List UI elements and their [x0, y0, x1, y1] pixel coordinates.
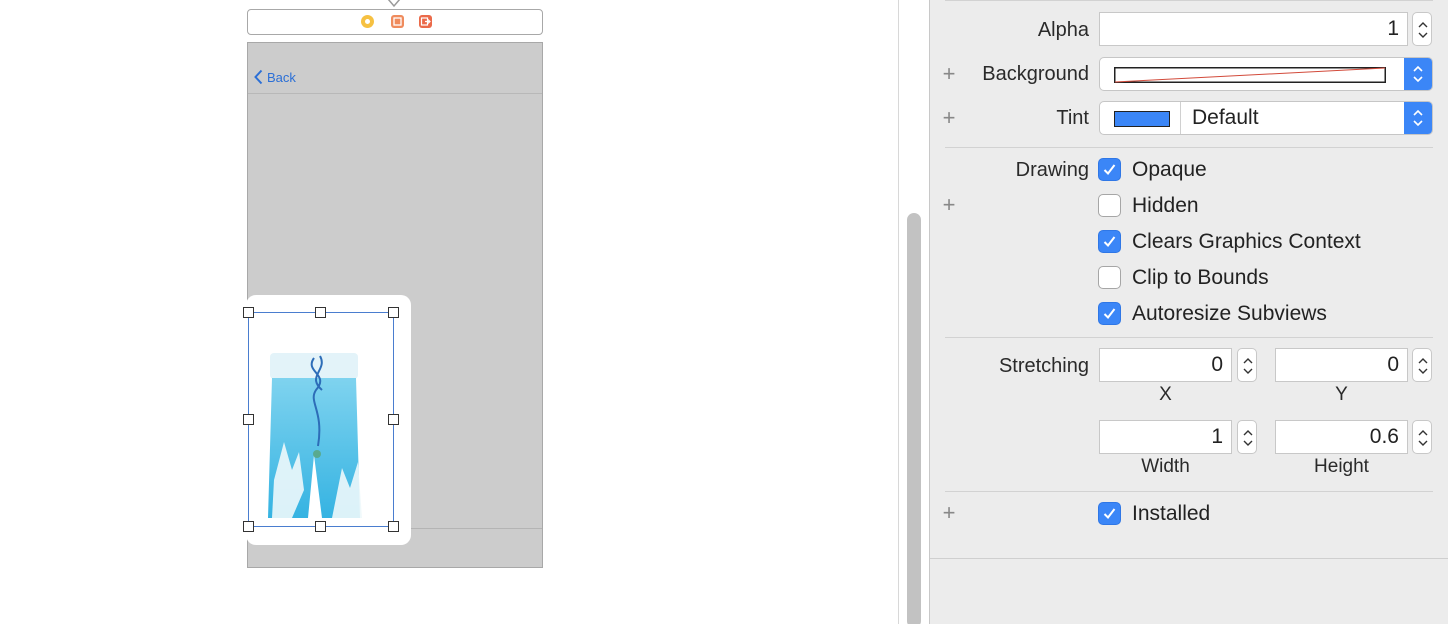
stretching-x-field[interactable]: 0 [1099, 348, 1232, 382]
stretching-height-label: Height [1314, 456, 1369, 477]
background-color-popup[interactable] [1099, 57, 1433, 91]
stepper-arrows-icon [1243, 430, 1253, 446]
stretching-y-field[interactable]: 0 [1275, 348, 1408, 382]
autoresize-subviews-checkbox[interactable] [1098, 302, 1121, 325]
back-button[interactable]: Back [254, 67, 296, 87]
scene-entry-arrow-icon [387, 0, 401, 8]
tint-color-popup[interactable]: Default [1099, 101, 1433, 135]
chevron-up-down-icon [1413, 65, 1423, 83]
installed-add-variation-icon[interactable]: + [941, 502, 957, 524]
image-view-selection[interactable] [248, 312, 394, 527]
stretching-label: Stretching [998, 355, 1089, 377]
tint-popup-arrow[interactable] [1404, 102, 1432, 134]
installed-label: Installed [1132, 502, 1211, 525]
resize-handle-bottom-left[interactable] [243, 521, 254, 532]
clip-to-bounds-label: Clip to Bounds [1132, 266, 1269, 289]
resize-handle-top[interactable] [315, 307, 326, 318]
attributes-inspector: Alpha 1 + Background + Tint Default Draw… [930, 0, 1448, 624]
stretching-height-field[interactable]: 0.6 [1275, 420, 1408, 454]
alpha-field[interactable]: 1 [1099, 12, 1408, 46]
stretching-y-stepper[interactable] [1412, 348, 1432, 382]
tint-color-swatch [1114, 111, 1170, 127]
exit-icon[interactable] [419, 15, 432, 28]
stretching-width-stepper[interactable] [1237, 420, 1257, 454]
section-divider [945, 337, 1433, 338]
clip-to-bounds-checkbox[interactable] [1098, 266, 1121, 289]
clear-color-swatch-icon [1114, 67, 1386, 83]
stretching-width-label: Width [1141, 456, 1190, 477]
alpha-label: Alpha [1037, 19, 1089, 41]
autoresize-subviews-label: Autoresize Subviews [1132, 302, 1327, 325]
stretching-x-label: X [1159, 384, 1172, 405]
section-divider [945, 147, 1433, 148]
opaque-checkbox[interactable] [1098, 158, 1121, 181]
stretching-y-label: Y [1335, 384, 1348, 405]
resize-handle-right[interactable] [388, 414, 399, 425]
inspector-bottom-panel [930, 558, 1448, 624]
resize-handle-bottom[interactable] [315, 521, 326, 532]
background-add-variation-icon[interactable]: + [941, 63, 957, 85]
resize-handle-top-right[interactable] [388, 307, 399, 318]
drawing-add-variation-icon[interactable]: + [941, 194, 957, 216]
checkmark-icon [1103, 164, 1116, 176]
opaque-label: Opaque [1132, 158, 1207, 181]
xcode-window: Back Alpha 1 + Background + Tint Default… [0, 0, 1448, 624]
back-button-label: Back [267, 69, 296, 85]
tint-add-variation-icon[interactable]: + [941, 107, 957, 129]
scene-dock [247, 9, 543, 35]
tint-popup-divider [1180, 102, 1181, 134]
stepper-arrows-icon [1418, 358, 1428, 374]
resize-handle-left[interactable] [243, 414, 254, 425]
tint-value: Default [1192, 106, 1259, 129]
chevron-up-down-icon [1413, 109, 1423, 127]
stretching-x-stepper[interactable] [1237, 348, 1257, 382]
installed-checkbox[interactable] [1098, 502, 1121, 525]
scrollbar-thumb[interactable] [907, 213, 921, 624]
checkmark-icon [1103, 508, 1116, 520]
view-controller-icon[interactable] [361, 15, 374, 28]
stretching-width-field[interactable]: 1 [1099, 420, 1232, 454]
section-divider [945, 0, 1433, 1]
drawing-label: Drawing [1015, 159, 1089, 181]
hidden-checkbox[interactable] [1098, 194, 1121, 217]
stepper-arrows-icon [1418, 430, 1428, 446]
resize-handle-bottom-right[interactable] [388, 521, 399, 532]
chevron-left-icon [254, 69, 263, 85]
alpha-stepper[interactable] [1412, 12, 1432, 46]
storyboard-canvas[interactable]: Back [0, 0, 898, 624]
resize-handle-top-left[interactable] [243, 307, 254, 318]
first-responder-icon[interactable] [391, 15, 404, 28]
hidden-label: Hidden [1132, 194, 1199, 217]
stepper-arrows-icon [1418, 22, 1428, 38]
stretching-height-stepper[interactable] [1412, 420, 1432, 454]
clears-graphics-context-checkbox[interactable] [1098, 230, 1121, 253]
checkmark-icon [1103, 236, 1116, 248]
stepper-arrows-icon [1243, 358, 1253, 374]
navigation-bar[interactable]: Back [248, 43, 542, 94]
background-label: Background [982, 63, 1089, 85]
background-popup-arrow[interactable] [1404, 58, 1432, 90]
canvas-scrollbar-track [898, 0, 930, 624]
tint-label: Tint [1056, 107, 1089, 129]
section-divider [945, 491, 1433, 492]
checkmark-icon [1103, 308, 1116, 320]
clears-graphics-context-label: Clears Graphics Context [1132, 230, 1361, 253]
